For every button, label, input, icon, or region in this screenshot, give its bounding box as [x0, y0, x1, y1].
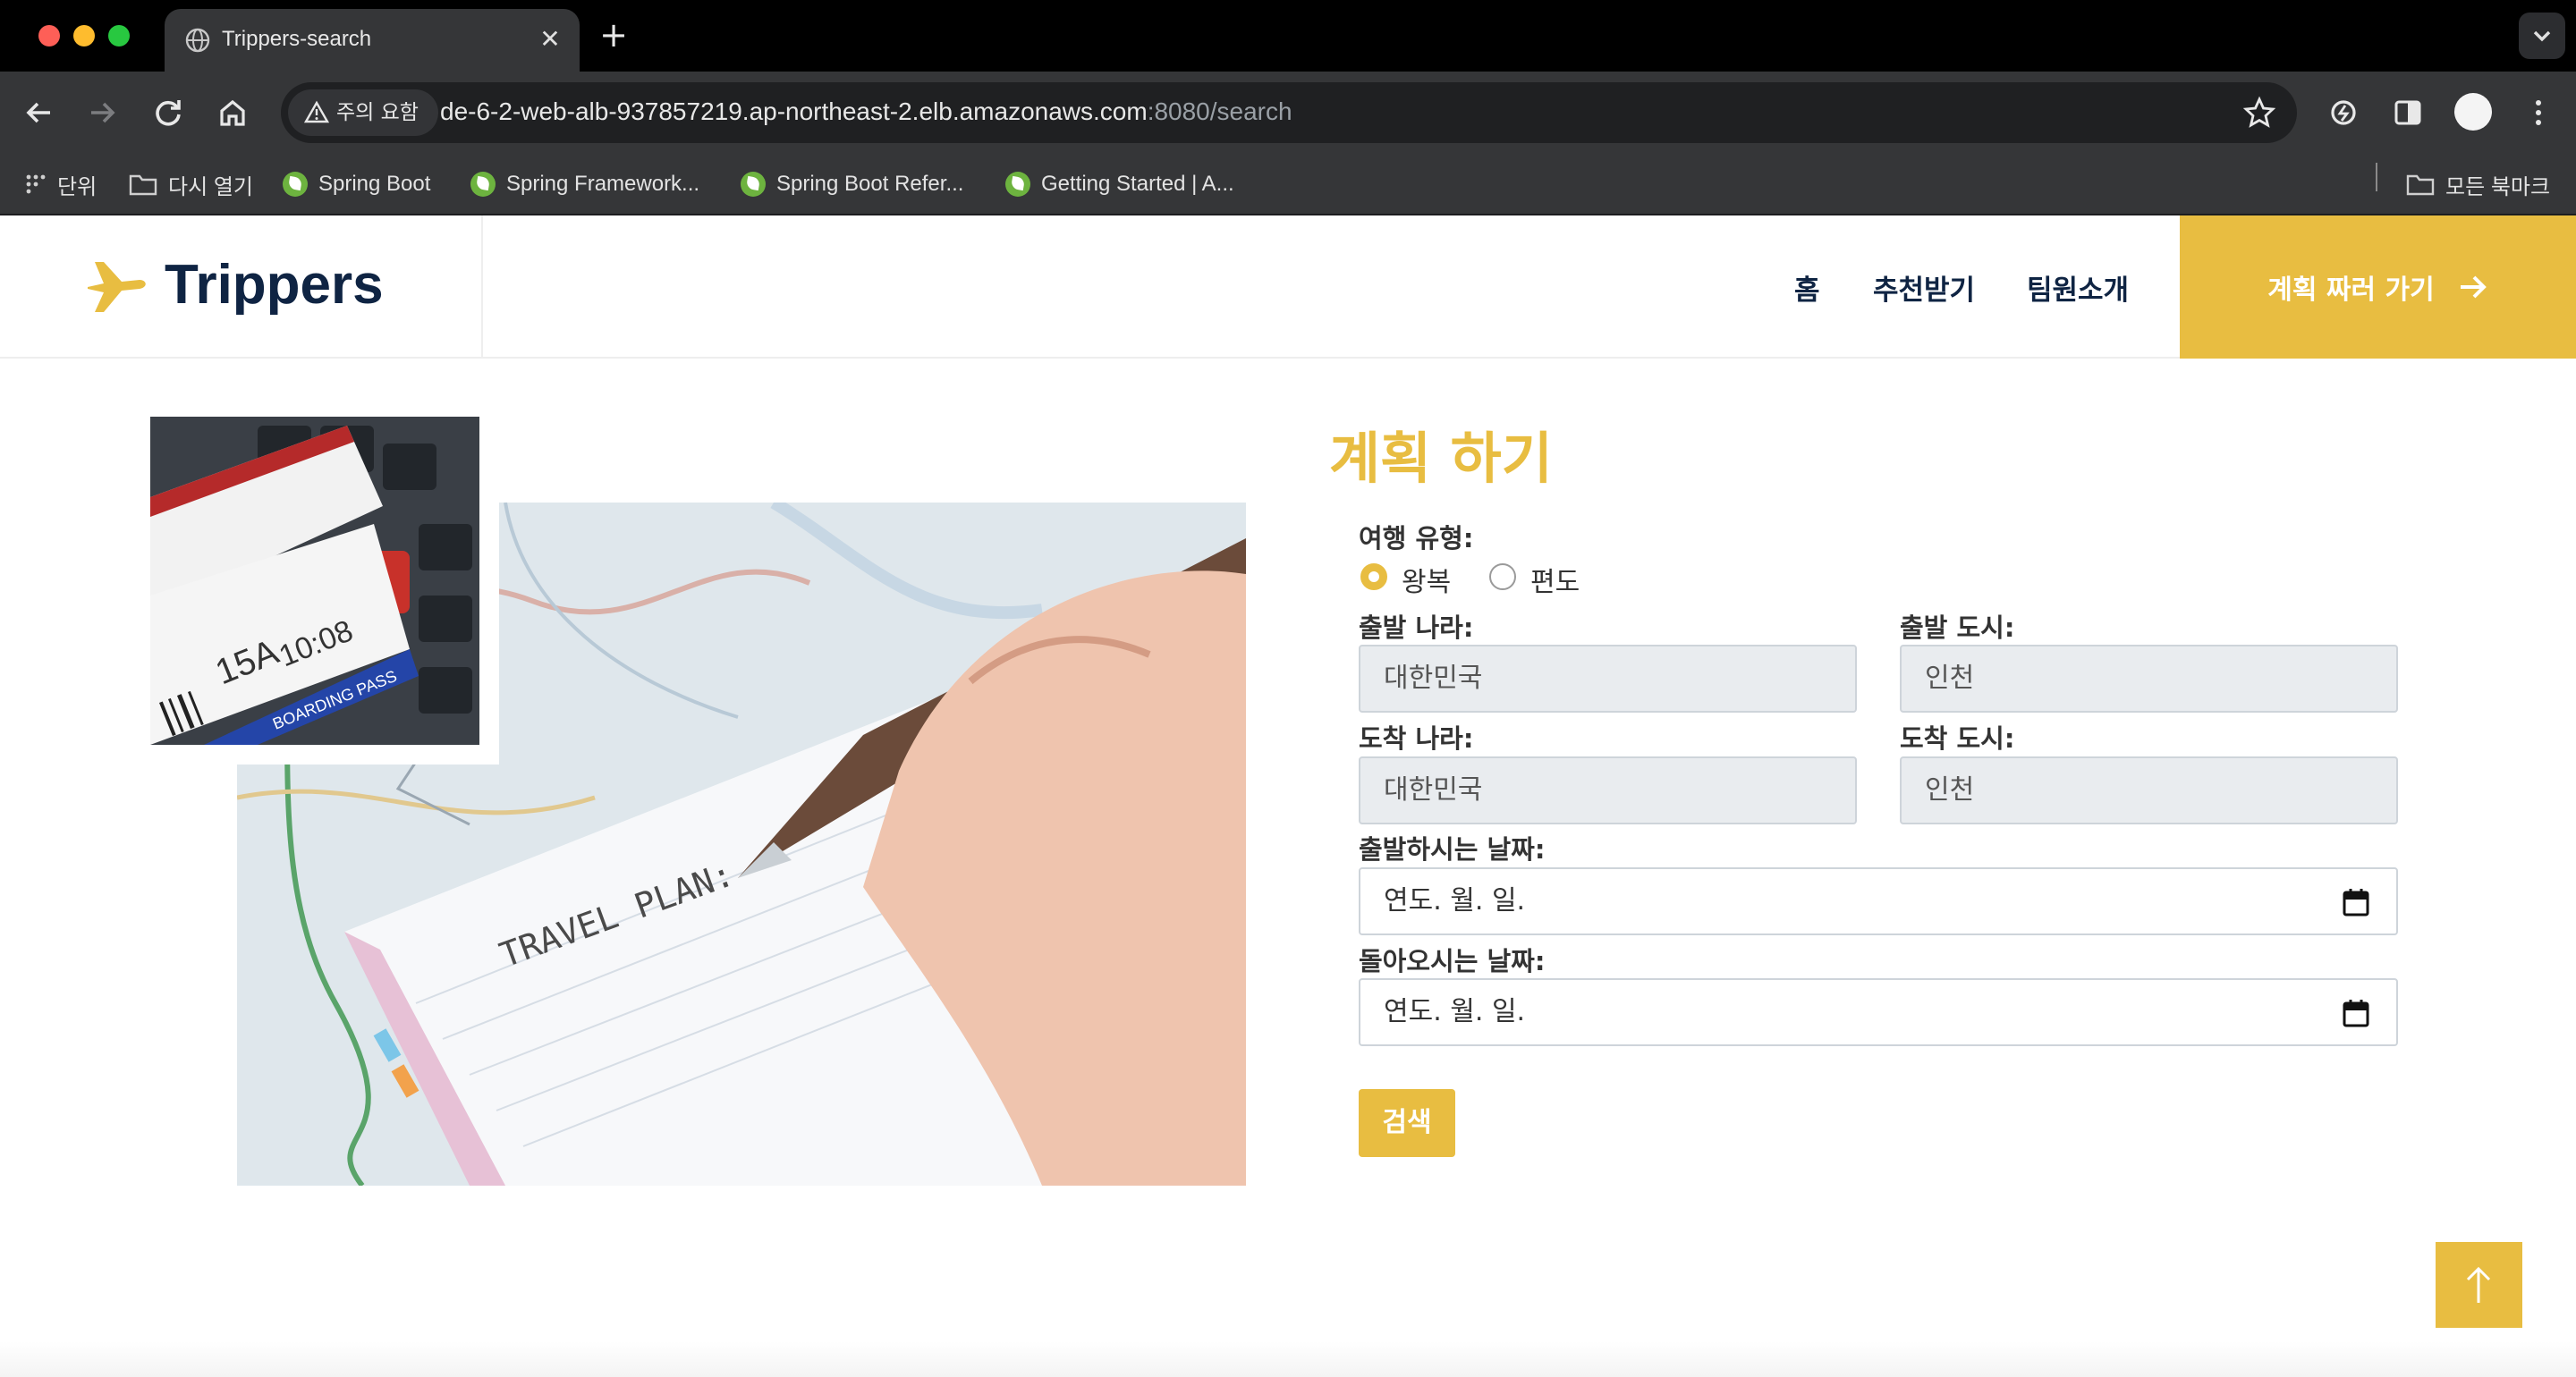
- tab-title: Trippers-search: [222, 27, 372, 51]
- maximize-window-button[interactable]: [108, 25, 130, 46]
- performance-icon[interactable]: [2322, 91, 2365, 134]
- bookmarks-divider: [2376, 163, 2377, 191]
- bookmark-label: 단위: [57, 174, 97, 199]
- bookmark-spring-framework[interactable]: Spring Framework...: [470, 166, 699, 202]
- plan-cta-button[interactable]: 계획 짜러 가기: [2180, 215, 2576, 359]
- folder-icon: [129, 174, 157, 196]
- scroll-to-top-button[interactable]: [2436, 1242, 2522, 1328]
- tab-search-button[interactable]: [2519, 13, 2565, 59]
- bookmark-label: Getting Started | A...: [1041, 172, 1234, 196]
- plan-cta-label: 계획 짜러 가기: [2267, 275, 2435, 306]
- departure-country-field[interactable]: 대한민국: [1359, 645, 1857, 713]
- tab-strip: Trippers-search ✕ +: [0, 0, 2576, 72]
- home-icon[interactable]: [211, 91, 254, 134]
- site-header: Trippers 홈 추천받기 팀원소개 계획 짜러 가기: [0, 215, 2576, 359]
- browser-chrome: Trippers-search ✕ + 주의 요함 de-6-2-web-alb…: [0, 0, 2576, 215]
- reload-icon[interactable]: [147, 91, 190, 134]
- form-title: 계획 하기: [1329, 426, 1553, 491]
- spring-leaf-icon: [741, 172, 766, 197]
- url-text[interactable]: de-6-2-web-alb-937857219.ap-northeast-2.…: [440, 97, 1292, 126]
- address-bar[interactable]: 주의 요함 de-6-2-web-alb-937857219.ap-northe…: [281, 82, 2297, 143]
- page-bottom-edge: [0, 1341, 2576, 1377]
- globe-icon: [185, 28, 210, 53]
- boarding-pass-illustration: 15A 10:08 BOARDING PASS: [150, 417, 479, 745]
- url-host: de-6-2-web-alb-937857219.ap-northeast-2.…: [440, 97, 1148, 125]
- bookmark-label: Spring Boot Refer...: [776, 172, 964, 196]
- spring-leaf-icon: [283, 172, 308, 197]
- calendar-icon[interactable]: [2343, 888, 2369, 917]
- close-window-button[interactable]: [38, 25, 60, 46]
- bookmark-star-icon[interactable]: [2241, 95, 2277, 131]
- departure-date-label: 출발하시는 날짜:: [1359, 834, 1546, 865]
- browser-toolbar: 주의 요함 de-6-2-web-alb-937857219.ap-northe…: [0, 72, 2576, 154]
- nav-recommend[interactable]: 추천받기: [1873, 267, 1975, 308]
- arrival-city-label: 도착 도시:: [1900, 723, 2015, 754]
- nav-team[interactable]: 팀원소개: [2027, 267, 2129, 308]
- calendar-icon[interactable]: [2343, 999, 2369, 1027]
- bookmarks-bar: 단위 다시 열기 Spring Boot Spring Framework...…: [0, 154, 2576, 215]
- more-menu-icon[interactable]: [2517, 91, 2560, 134]
- arrow-up-icon: [2466, 1266, 2491, 1303]
- return-date-placeholder: 연도. 월. 일.: [1384, 996, 1526, 1027]
- bookmark-reopen[interactable]: 다시 열기: [129, 166, 253, 202]
- bookmark-spring-boot[interactable]: Spring Boot: [283, 166, 430, 202]
- security-warning-chip[interactable]: 주의 요함: [288, 89, 438, 136]
- return-date-label: 돌아오시는 날짜:: [1359, 946, 1546, 976]
- trip-type-label: 여행 유형:: [1359, 523, 1474, 553]
- radio-round-trip-label[interactable]: 왕복: [1402, 560, 1451, 599]
- arrival-country-label: 도착 나라:: [1359, 723, 1474, 754]
- airplane-icon: [88, 262, 146, 312]
- url-path: :8080/search: [1147, 97, 1292, 125]
- spring-leaf-icon: [1005, 172, 1030, 197]
- departure-date-placeholder: 연도. 월. 일.: [1384, 885, 1526, 917]
- departure-country-label: 출발 나라:: [1359, 612, 1474, 643]
- departure-date-input[interactable]: 연도. 월. 일.: [1359, 867, 2398, 935]
- minimize-window-button[interactable]: [73, 25, 95, 46]
- bookmark-label: 다시 열기: [168, 174, 253, 199]
- side-panel-icon[interactable]: [2386, 91, 2429, 134]
- warning-triangle-icon: [304, 100, 329, 123]
- boarding-pass-photo: 15A 10:08 BOARDING PASS: [150, 417, 479, 745]
- departure-city-label: 출발 도시:: [1900, 612, 2015, 643]
- arrival-city-field[interactable]: 인천: [1900, 756, 2398, 824]
- apps-grid-icon: [26, 174, 46, 194]
- bookmark-spring-boot-reference[interactable]: Spring Boot Refer...: [741, 166, 963, 202]
- arrow-right-icon: [2460, 275, 2487, 299]
- bookmark-all[interactable]: 모든 북마크: [2406, 166, 2550, 202]
- browser-tab-active[interactable]: Trippers-search ✕: [165, 9, 580, 72]
- departure-city-field[interactable]: 인천: [1900, 645, 2398, 713]
- brand-logo[interactable]: Trippers: [0, 215, 483, 359]
- arrival-country-field[interactable]: 대한민국: [1359, 756, 1857, 824]
- forward-arrow-icon[interactable]: [80, 91, 123, 134]
- radio-one-way-label[interactable]: 편도: [1530, 560, 1580, 599]
- back-arrow-icon[interactable]: [18, 91, 61, 134]
- all-bookmarks-label: 모든 북마크: [2445, 174, 2551, 199]
- chevron-down-icon: [2533, 30, 2551, 42]
- spring-leaf-icon: [470, 172, 496, 197]
- folder-icon: [2406, 174, 2435, 196]
- brand-name: Trippers: [165, 254, 384, 316]
- nav-home[interactable]: 홈: [1794, 267, 1820, 308]
- new-tab-button[interactable]: +: [597, 18, 630, 52]
- bookmark-label: Spring Framework...: [506, 172, 700, 196]
- bookmark-getting-started[interactable]: Getting Started | A...: [1005, 166, 1234, 202]
- tab-close-icon[interactable]: ✕: [535, 24, 565, 55]
- radio-round-trip[interactable]: [1360, 563, 1387, 590]
- bookmark-label: Spring Boot: [318, 172, 431, 196]
- return-date-input[interactable]: 연도. 월. 일.: [1359, 978, 2398, 1046]
- search-button[interactable]: 검색: [1359, 1089, 1455, 1157]
- radio-one-way[interactable]: [1489, 563, 1516, 590]
- profile-avatar[interactable]: [2454, 93, 2492, 131]
- security-warning-label: 주의 요함: [336, 101, 419, 124]
- bookmark-apps[interactable]: 단위: [25, 166, 97, 202]
